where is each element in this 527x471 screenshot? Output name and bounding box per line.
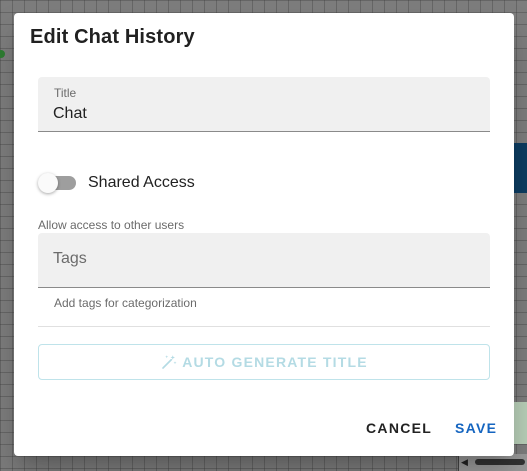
background-panel	[0, 45, 15, 345]
cancel-button[interactable]: CANCEL	[362, 418, 436, 438]
background-button	[514, 143, 527, 193]
save-button[interactable]: SAVE	[451, 418, 501, 438]
title-field-label: Title	[54, 86, 77, 100]
magic-wand-icon	[162, 355, 177, 369]
scroll-thumb	[475, 459, 525, 465]
edit-chat-history-dialog: Edit Chat History Title Shared Access Al…	[14, 13, 514, 456]
shared-access-helper-text: Allow access to other users	[38, 218, 185, 232]
shared-access-switch[interactable]	[38, 172, 78, 194]
auto-generate-title-label: AUTO GENERATE TITLE	[182, 354, 368, 370]
title-input[interactable]	[53, 105, 473, 123]
background-badge	[514, 402, 527, 444]
scroll-left-icon: ◀	[461, 457, 468, 467]
dialog-title: Edit Chat History	[30, 26, 195, 48]
switch-thumb	[38, 173, 58, 193]
auto-generate-title-button[interactable]: AUTO GENERATE TITLE	[38, 344, 490, 380]
title-field[interactable]: Title	[38, 77, 490, 132]
tags-field[interactable]	[38, 233, 490, 288]
background-scrollbar: ◀	[458, 454, 527, 471]
tags-helper-text: Add tags for categorization	[54, 296, 197, 310]
shared-access-label[interactable]: Shared Access	[88, 174, 195, 192]
tags-input[interactable]	[53, 250, 473, 268]
divider	[38, 326, 490, 327]
